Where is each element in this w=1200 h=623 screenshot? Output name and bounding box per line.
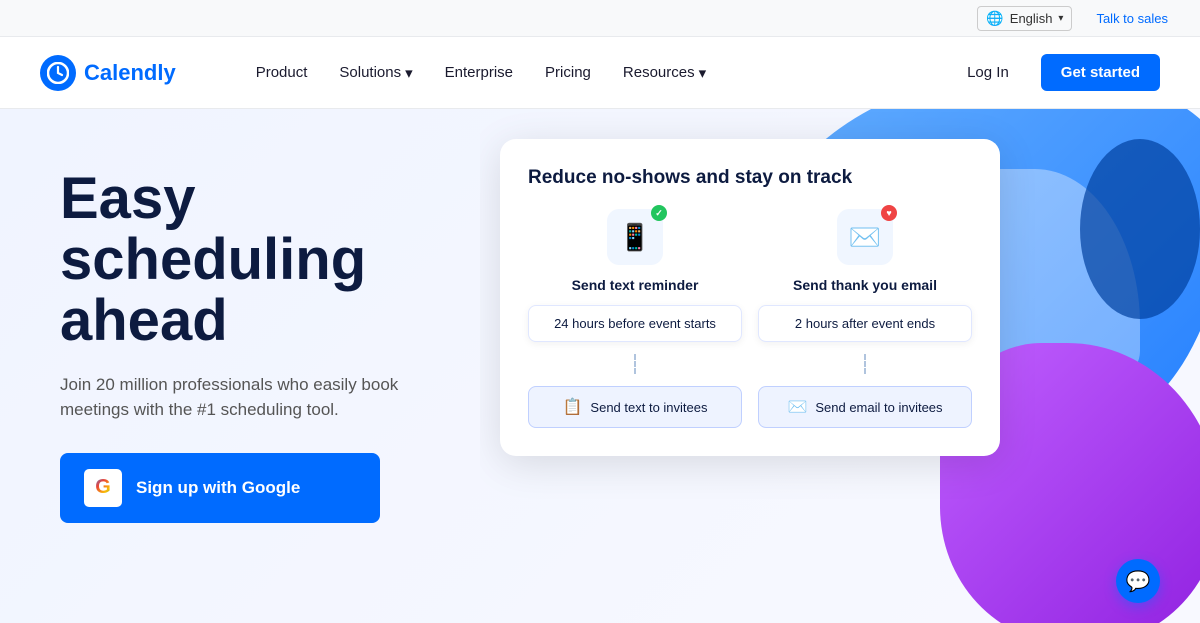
card-row: 📱 ✓ Send text reminder 24 hours before e… [528,209,972,428]
hero-left: Easy scheduling ahead Join 20 million pr… [0,109,480,623]
nav-actions: Log In Get started [951,54,1160,91]
nav-links: Product Solutions ▾ Enterprise Pricing R… [256,64,951,82]
google-icon: G [84,469,122,507]
blob-darkblue [1080,139,1200,319]
logo[interactable]: Calendly [40,55,176,91]
text-reminder-label: Send text reminder [572,277,699,293]
google-signup-button[interactable]: G Sign up with Google [60,453,380,523]
connector-line-1 [634,354,636,374]
solutions-chevron-icon: ▾ [405,64,413,82]
text-reminder-time: 24 hours before event starts [528,305,742,342]
text-reminder-icon: 📱 ✓ [607,209,663,265]
email-label: Send thank you email [793,277,937,293]
connector-line-2 [864,354,866,374]
feature-card: Reduce no-shows and stay on track 📱 ✓ Se… [500,139,1000,456]
language-label: English [1010,11,1053,26]
text-badge-icon: ✓ [651,205,667,221]
send-email-action[interactable]: ✉️ Send email to invitees [758,386,972,428]
nav-item-enterprise[interactable]: Enterprise [445,64,513,81]
hero-subtext: Join 20 million professionals who easily… [60,372,440,423]
card-col-email: ✉️ ♥ Send thank you email 2 hours after … [758,209,972,428]
resources-chevron-icon: ▾ [699,64,707,82]
card-col-text-reminder: 📱 ✓ Send text reminder 24 hours before e… [528,209,742,428]
logo-text: Calendly [84,60,176,86]
chat-bubble-button[interactable]: 💬 [1116,559,1160,603]
send-text-icon: 📋 [563,397,583,417]
card-title: Reduce no-shows and stay on track [528,167,972,189]
email-icon: ✉️ ♥ [837,209,893,265]
send-email-icon: ✉️ [787,397,807,417]
email-time: 2 hours after event ends [758,305,972,342]
language-selector[interactable]: 🌐 English ▾ [977,6,1072,31]
nav-item-product[interactable]: Product [256,64,308,81]
hero-right: Reduce no-shows and stay on track 📱 ✓ Se… [480,109,1200,623]
logo-icon [40,55,76,91]
globe-icon: 🌐 [986,10,1003,27]
nav-item-solutions[interactable]: Solutions ▾ [339,64,412,82]
navbar: Calendly Product Solutions ▾ Enterprise … [0,37,1200,109]
top-bar: 🌐 English ▾ Talk to sales [0,0,1200,37]
main-content: Easy scheduling ahead Join 20 million pr… [0,109,1200,623]
email-badge-icon: ♥ [881,205,897,221]
get-started-button[interactable]: Get started [1041,54,1160,91]
nav-item-resources[interactable]: Resources ▾ [623,64,706,82]
chevron-down-icon: ▾ [1058,13,1063,24]
nav-item-pricing[interactable]: Pricing [545,64,591,81]
send-text-action[interactable]: 📋 Send text to invitees [528,386,742,428]
login-button[interactable]: Log In [951,56,1025,89]
hero-headline: Easy scheduling ahead [60,169,440,352]
talk-to-sales-link[interactable]: Talk to sales [1096,11,1168,26]
